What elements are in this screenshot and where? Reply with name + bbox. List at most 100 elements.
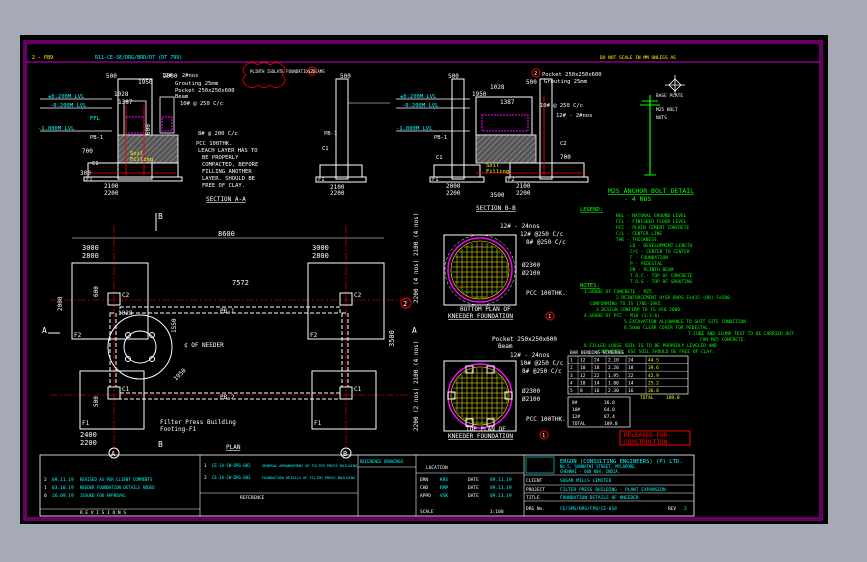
legend-item-0: NGL - NATURAL GROUND LEVEL bbox=[616, 213, 687, 219]
ref-code: CE-1A-CW-DRG-003 bbox=[212, 475, 251, 480]
plan-label-c2: C2 bbox=[122, 292, 130, 299]
legend-block: LEGEND: NGL - NATURAL GROUND LEVEL FFL -… bbox=[580, 207, 693, 285]
legend-item-2: PCC - PLAIN CEMENT CONCRETE bbox=[616, 225, 689, 231]
nb-title2: KNEEDER FOUNDATION bbox=[448, 313, 513, 320]
aa-top-level: ±0.200M LVL bbox=[48, 94, 85, 100]
nb-dim-2100: Ø2100 bbox=[522, 270, 540, 277]
plan-cut-b: B bbox=[158, 212, 163, 221]
note-6: 6.50mm CLEAR COVER FOR PEDESTAL. bbox=[624, 325, 711, 331]
aa-label-c1: C1 bbox=[92, 161, 99, 167]
aa-dim-1950: 1950 bbox=[138, 79, 153, 86]
sign-date-label: DATE bbox=[468, 493, 479, 499]
aa-note-2: BE PROPERLY bbox=[202, 155, 239, 161]
bbs-cell: 10 bbox=[580, 380, 586, 386]
svg-text:2200: 2200 bbox=[516, 190, 531, 197]
sign-role: CHD bbox=[420, 485, 428, 491]
bb-label-grouting: Grouting 25mm bbox=[544, 79, 588, 85]
legend-item-8: P - PEDESTAL bbox=[630, 261, 663, 267]
bb-dim-2200: 2200 bbox=[446, 190, 461, 197]
bbs-cell: 16 bbox=[594, 388, 600, 394]
aa-note-5: LAYER. SHOULD BE bbox=[202, 176, 255, 182]
ref-no: 1 bbox=[204, 463, 207, 469]
ref-title: FOUNDATION DETAILS OF FILTER PRESS BUILD… bbox=[262, 476, 355, 480]
svg-text:C1: C1 bbox=[354, 386, 362, 393]
section-aa: ±0.200M LVL -0.200M LVL -1.000M LVL 500 … bbox=[38, 62, 390, 203]
plan-dim-8600: 8600 bbox=[218, 230, 235, 238]
steel-cell: 12# bbox=[572, 414, 580, 420]
drawing-canvas[interactable]: 2 - P89 R11-CE-SE/DRG/BRD/DT (DT 799) DO… bbox=[20, 35, 828, 524]
plan-label-filter2: Footing-F1 bbox=[160, 426, 197, 433]
bb-dim-1950: 1950 bbox=[472, 91, 487, 98]
nt-label-8mm: 8# @250 C/c bbox=[522, 368, 562, 375]
title-block: 2 09.11.19 REVISED AS PER CLIENT COMMENTS 1… bbox=[39, 454, 695, 517]
svg-text:C2: C2 bbox=[354, 292, 362, 299]
bbs-cell: 25.2 bbox=[648, 380, 659, 386]
bbs-total-label: TOTAL bbox=[640, 395, 654, 401]
svg-text:F1: F1 bbox=[314, 420, 322, 427]
nt-dim-2100: Ø2100 bbox=[522, 396, 540, 403]
nt-label-10mm: 10# @250 C/c bbox=[520, 360, 564, 367]
legend-item-7: F - FOUNDATION bbox=[630, 255, 668, 261]
sign-role: DRN bbox=[420, 477, 428, 483]
nt-label-pcc: PCC 100THK. bbox=[526, 416, 566, 423]
ref-title: GENERAL ARRANGEMENT OF FILTER PRESS BUIL… bbox=[262, 464, 357, 468]
aa-label-f1: F1 bbox=[86, 177, 93, 183]
released-line1: RELEASED FOR bbox=[624, 432, 668, 439]
title-value: FOUNDATION DETAILS OF KNEEDER bbox=[560, 495, 639, 501]
aa-bottom-level: -1.000M LVL bbox=[38, 126, 75, 132]
revision-no: 2 bbox=[44, 477, 47, 483]
bbs-cell: 44.5 bbox=[648, 358, 659, 364]
steel-cell: 189.0 bbox=[604, 421, 618, 427]
aa-note-1: LEACH LAYER HAS TO bbox=[198, 148, 258, 154]
plan-grid-b: B bbox=[343, 450, 347, 458]
nb-title1: BOTTOM PLAN OF bbox=[460, 306, 511, 313]
svg-text:500: 500 bbox=[340, 73, 351, 80]
bbs-cell: 24 bbox=[594, 358, 600, 364]
aa-note-4: FILLING ANOTHER bbox=[202, 169, 252, 175]
bbs-cell: 2 bbox=[570, 365, 573, 371]
steel-cell: TOTAL bbox=[572, 421, 586, 427]
drawing-sheet[interactable]: 2 - P89 R11-CE-SE/DRG/BRD/DT (DT 799) DO… bbox=[20, 35, 828, 524]
ref-code: CE-1A-CW-DRG-002 bbox=[212, 463, 251, 468]
bbs-cell: 14 bbox=[628, 380, 634, 386]
nb-marker: 1 bbox=[548, 314, 551, 320]
note-0: 1.GRADE OF CONCRETE - M25. bbox=[584, 289, 654, 295]
bb-label-12mm: 12# - 2#nos bbox=[556, 113, 592, 119]
plan-label-pb2: PB-2 bbox=[220, 394, 235, 401]
legend-item-11: T.O.G - TOP OF GROUTING bbox=[630, 279, 693, 285]
frame-inner bbox=[25, 42, 821, 519]
plan-dim-600: 600 bbox=[93, 286, 100, 297]
plan-label-pb1: PB-1 bbox=[220, 308, 235, 315]
bbs-cell: 42.9 bbox=[648, 373, 659, 379]
bb-label-pb1: PB-1 bbox=[434, 135, 447, 141]
anchor-label-plate: BASE PLATE bbox=[656, 93, 683, 99]
aa-label-pb1: PB-1 bbox=[90, 135, 103, 141]
released-stamp: RELEASED FOR CONSTRUCTION bbox=[619, 430, 691, 446]
bbs-table: BAR BENDING SCHEDULE 1 12 24 2.10 24 44.52 10 1… bbox=[567, 350, 689, 401]
aa-dim-500: 500 bbox=[106, 73, 117, 80]
bb-dim-1028: 1028 bbox=[490, 84, 505, 91]
bb-dim-1387: 1387 bbox=[500, 99, 515, 106]
legend-item-10: T.O.C - TOP OF CONCRETE bbox=[630, 273, 693, 279]
revision-date: 03.10.19 bbox=[52, 485, 74, 491]
nt-marker: 1 bbox=[542, 433, 545, 439]
aa-marker: 2 bbox=[310, 69, 313, 75]
bbs-total: 189.0 bbox=[666, 395, 680, 401]
anchor-detail: BASE PLATE M25 BOLT NUTS M25 ANCHOR BOLT… bbox=[608, 75, 694, 203]
steel-cell: 36.8 bbox=[604, 400, 615, 406]
svg-text:500: 500 bbox=[448, 73, 459, 80]
nb-label-pcc: PCC 100THK. bbox=[526, 290, 566, 297]
anchor-subtitle: - 4 NOS bbox=[624, 195, 651, 203]
aa-label-bars: 10# @ 250 C/c bbox=[180, 101, 223, 107]
legend-item-4: THK - THICKNESS bbox=[616, 237, 657, 243]
note-1: 2.REINFORCEMENT HYSD BARS Fe415 (OR) Fe5… bbox=[616, 295, 730, 301]
aa-dim-300: 300 bbox=[80, 170, 91, 177]
note-5: 5.EXCAVATION ALLOWANCE TO SUIT SITE COND… bbox=[624, 319, 749, 325]
nt-label-12mm: 12# - 24nos bbox=[510, 352, 550, 359]
aa-dim-2100: 2100 bbox=[104, 183, 119, 190]
revision-desc: REVISED AS PER CLIENT COMMENTS bbox=[80, 477, 153, 482]
project-value: FILTER PRESS BUILDING - PLANT EXPANSION bbox=[560, 487, 666, 493]
nt-label-beam: Beam bbox=[498, 343, 513, 350]
aa-title: SECTION A-A bbox=[206, 196, 246, 203]
plan-marker: 2 bbox=[403, 300, 407, 308]
